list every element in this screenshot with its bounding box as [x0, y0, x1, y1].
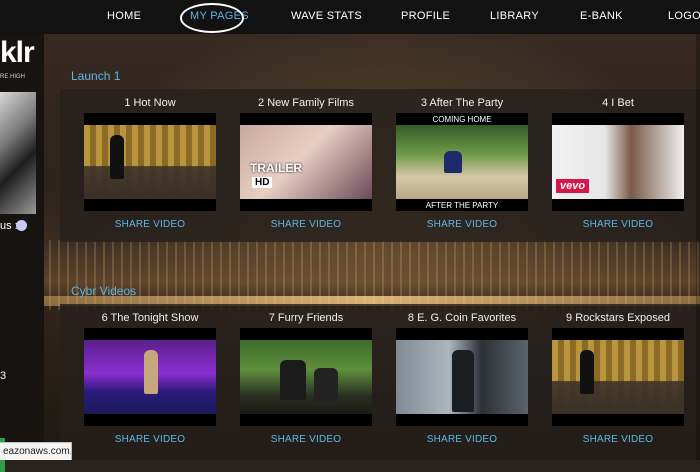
video-card: 4 I Bet vevo SHARE VIDEO — [552, 97, 684, 230]
video-card: 2 New Family Films TRAILER HD SHARE VIDE… — [240, 97, 372, 230]
gorilla-figure — [280, 360, 306, 400]
video-thumbnail[interactable] — [84, 113, 216, 211]
video-title[interactable]: 9 Rockstars Exposed — [552, 312, 684, 328]
video-thumbnail[interactable] — [84, 328, 216, 426]
video-title[interactable]: 2 New Family Films — [240, 97, 372, 113]
trailer-label: TRAILER — [250, 161, 302, 175]
logo-tagline: RE HIGH — [0, 74, 26, 80]
person-figure — [444, 151, 462, 173]
share-video-link[interactable]: SHARE VIDEO — [240, 434, 372, 445]
thumbnail-image — [396, 340, 528, 414]
video-row-launch: 1 Hot Now SHARE VIDEO 2 New Family Films… — [60, 89, 700, 242]
thumbnail-image: vevo — [552, 125, 684, 199]
share-video-link[interactable]: SHARE VIDEO — [396, 219, 528, 230]
share-video-link[interactable]: SHARE VIDEO — [240, 219, 372, 230]
video-title[interactable]: 3 After The Party — [396, 97, 528, 113]
person-figure — [452, 350, 474, 412]
performer-figure — [110, 135, 124, 179]
thumbnail-image — [84, 340, 216, 414]
share-video-link[interactable]: SHARE VIDEO — [552, 219, 684, 230]
nav-profile[interactable]: PROFILE — [401, 10, 450, 22]
status-url: eazonaws.com... — [3, 446, 72, 457]
sidebar-count: 3 — [0, 370, 7, 382]
nav-library[interactable]: LIBRARY — [490, 10, 539, 22]
video-title[interactable]: 7 Furry Friends — [240, 312, 372, 328]
status-dot-icon — [16, 220, 27, 231]
video-card: 6 The Tonight Show SHARE VIDEO — [84, 312, 216, 445]
video-card: 7 Furry Friends SHARE VIDEO — [240, 312, 372, 445]
thumbnail-image — [240, 340, 372, 414]
nav-wave-stats[interactable]: WAVE STATS — [291, 10, 362, 22]
share-video-link[interactable]: SHARE VIDEO — [84, 434, 216, 445]
nav-home[interactable]: HOME — [107, 10, 141, 22]
video-card: 3 After The Party COMING HOME AFTER THE … — [396, 97, 528, 230]
share-video-link[interactable]: SHARE VIDEO — [84, 219, 216, 230]
thumbnail-image — [552, 340, 684, 414]
left-sidebar: klr RE HIGH us : 3 — [0, 34, 44, 472]
video-title[interactable]: 6 The Tonight Show — [84, 312, 216, 328]
gorilla-figure — [314, 368, 338, 402]
video-card: 9 Rockstars Exposed SHARE VIDEO — [552, 312, 684, 445]
thumbnail-caption-bottom: AFTER THE PARTY — [425, 201, 499, 210]
thumbnail-caption-top: COMING HOME — [432, 115, 492, 124]
performer-figure — [580, 350, 594, 394]
nav-highlight-circle — [180, 3, 244, 33]
site-logo[interactable]: klr — [0, 36, 35, 70]
share-video-link[interactable]: SHARE VIDEO — [396, 434, 528, 445]
video-card: 1 Hot Now SHARE VIDEO — [84, 97, 216, 230]
vevo-badge: vevo — [556, 179, 590, 193]
section-title-cybr: Cybr Videos — [71, 284, 137, 298]
profile-avatar[interactable] — [0, 92, 36, 214]
browser-status-bar: eazonaws.com... — [0, 442, 72, 460]
video-thumbnail[interactable] — [240, 328, 372, 426]
video-thumbnail[interactable]: vevo — [552, 113, 684, 211]
thumbnail-image: TRAILER HD — [240, 125, 372, 199]
video-row-cybr: 6 The Tonight Show SHARE VIDEO 7 Furry F… — [60, 304, 700, 460]
right-edge-shadow — [696, 34, 700, 460]
video-thumbnail[interactable]: TRAILER HD — [240, 113, 372, 211]
thumbnail-image — [396, 125, 528, 199]
video-thumbnail[interactable] — [552, 328, 684, 426]
video-title[interactable]: 4 I Bet — [552, 97, 684, 113]
video-thumbnail[interactable] — [396, 328, 528, 426]
thumbnail-image — [84, 125, 216, 199]
video-card: 8 E. G. Coin Favorites SHARE VIDEO — [396, 312, 528, 445]
hd-badge: HD — [252, 177, 273, 188]
nav-logout[interactable]: LOGO — [668, 10, 700, 22]
share-video-link[interactable]: SHARE VIDEO — [552, 434, 684, 445]
performer-figure — [144, 350, 158, 394]
video-title[interactable]: 8 E. G. Coin Favorites — [396, 312, 528, 328]
section-title-launch: Launch 1 — [71, 69, 121, 83]
nav-e-bank[interactable]: E-BANK — [580, 10, 623, 22]
top-navigation: HOME MY PAGES WAVE STATS PROFILE LIBRARY… — [0, 0, 700, 34]
video-thumbnail[interactable]: COMING HOME AFTER THE PARTY — [396, 113, 528, 211]
video-title[interactable]: 1 Hot Now — [84, 97, 216, 113]
